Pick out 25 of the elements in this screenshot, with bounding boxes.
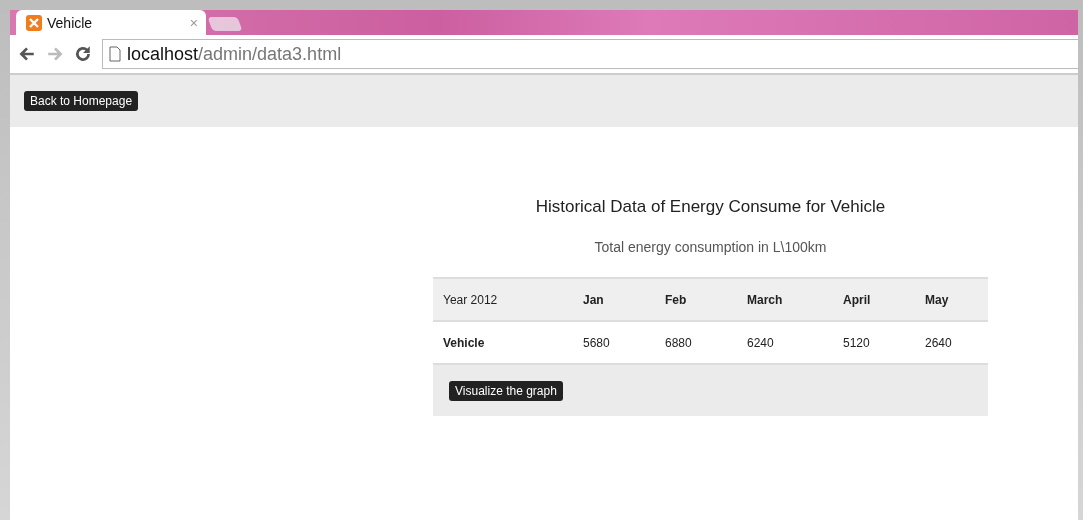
column-header: Jan xyxy=(582,292,605,307)
subtitle: Total energy consumption in L\100km xyxy=(593,239,828,255)
column-header: Feb xyxy=(664,292,688,307)
url-host: localhost xyxy=(127,43,199,65)
browser-tab[interactable]: Vehicle × xyxy=(16,10,206,35)
app-icon xyxy=(26,14,42,31)
reload-icon[interactable] xyxy=(74,45,92,63)
column-header: April xyxy=(842,292,872,307)
page-title: Historical Data of Energy Consume for Vehicle xyxy=(534,197,887,217)
url-path: /admin/data3.html xyxy=(198,43,342,65)
table-cell-text: 6880 xyxy=(664,335,693,350)
column-header: Year 2012 xyxy=(442,292,499,307)
table-cell-text: 2640 xyxy=(924,335,953,350)
table-cell-text: 5680 xyxy=(582,335,611,350)
column-header: May xyxy=(924,292,950,307)
visualize-graph-button[interactable]: Visualize the graph xyxy=(449,380,563,401)
table-cell-text: Vehicle xyxy=(442,335,486,350)
back-arrow-icon[interactable] xyxy=(18,45,36,63)
table-cell-text: 5120 xyxy=(842,335,871,350)
column-header: March xyxy=(746,292,784,307)
table-cell-text: 6240 xyxy=(746,335,775,350)
page-icon xyxy=(109,46,121,62)
address-bar[interactable]: localhost/admin/data3.html xyxy=(102,39,1078,69)
tab-title: Vehicle xyxy=(47,14,94,31)
back-to-homepage-button[interactable]: Back to Homepage xyxy=(24,91,139,111)
